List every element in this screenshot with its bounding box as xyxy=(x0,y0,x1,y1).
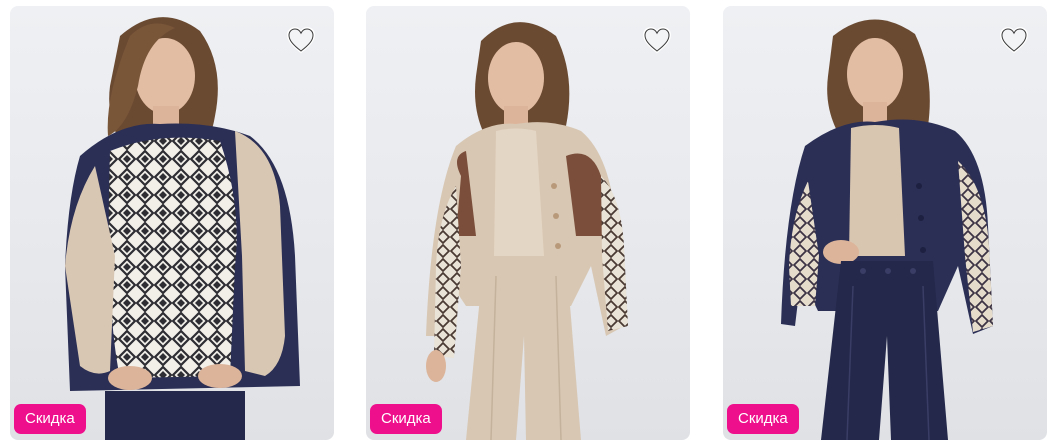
heart-outline-icon xyxy=(286,26,316,54)
product-photo[interactable] xyxy=(366,6,690,440)
discount-badge: Скидка xyxy=(727,404,799,434)
favorite-button[interactable] xyxy=(284,24,318,56)
heart-outline-icon xyxy=(999,26,1029,54)
product-photo[interactable] xyxy=(10,6,334,440)
discount-badge: Скидка xyxy=(370,404,442,434)
product-card[interactable]: Скидка xyxy=(366,6,690,440)
product-photo[interactable] xyxy=(723,6,1047,440)
discount-badge: Скидка xyxy=(14,404,86,434)
product-grid: Скидка Скидка Скидка xyxy=(0,0,1051,447)
product-card[interactable]: Скидка xyxy=(10,6,334,440)
product-card[interactable]: Скидка xyxy=(723,6,1047,440)
favorite-button[interactable] xyxy=(640,24,674,56)
favorite-button[interactable] xyxy=(997,24,1031,56)
heart-outline-icon xyxy=(642,26,672,54)
